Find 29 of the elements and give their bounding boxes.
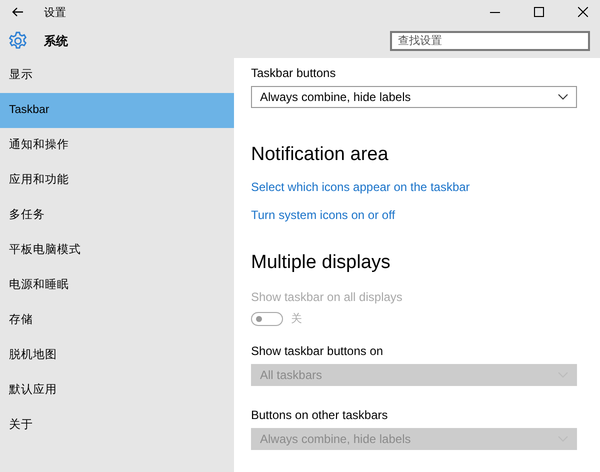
sidebar-item[interactable]: Taskbar — [0, 93, 234, 128]
close-icon[interactable] — [578, 7, 588, 17]
setting-label: Show taskbar buttons on — [251, 344, 384, 358]
section-heading: Multiple displays — [251, 252, 390, 274]
gear-icon — [8, 31, 28, 51]
window-title: 设置 — [44, 6, 66, 20]
sidebar-item[interactable]: 通知和操作 — [0, 128, 234, 163]
sidebar-item[interactable]: 存储 — [0, 303, 234, 338]
chevron-down-icon — [558, 94, 568, 100]
search-field[interactable]: 查找设置 — [390, 31, 590, 51]
dropdown[interactable]: Always combine, hide labels — [251, 86, 577, 108]
back-arrow-icon[interactable] — [12, 7, 24, 17]
maximize-icon[interactable] — [534, 7, 544, 17]
settings-link[interactable]: Turn system icons on or off — [251, 208, 396, 222]
setting-label: Show taskbar on all displays — [251, 290, 402, 304]
section-heading: Notification area — [251, 144, 388, 166]
sidebar-item[interactable]: 默认应用 — [0, 373, 234, 408]
sidebar-item[interactable]: 多任务 — [0, 198, 234, 233]
page-title: 系统 — [44, 32, 68, 50]
sidebar-item[interactable]: 显示 — [0, 58, 234, 93]
sidebar-item[interactable]: 关于 — [0, 408, 234, 443]
sidebar-item[interactable]: 平板电脑模式 — [0, 233, 234, 268]
sidebar-item[interactable]: 应用和功能 — [0, 163, 234, 198]
setting-label: Buttons on other taskbars — [251, 408, 388, 422]
sidebar-item[interactable]: 脱机地图 — [0, 338, 234, 373]
sidebar-item[interactable]: 电源和睡眠 — [0, 268, 234, 303]
toggle-state: 关 — [291, 312, 302, 326]
settings-link[interactable]: Select which icons appear on the taskbar — [251, 180, 470, 194]
setting-label: Taskbar buttons — [251, 66, 336, 80]
